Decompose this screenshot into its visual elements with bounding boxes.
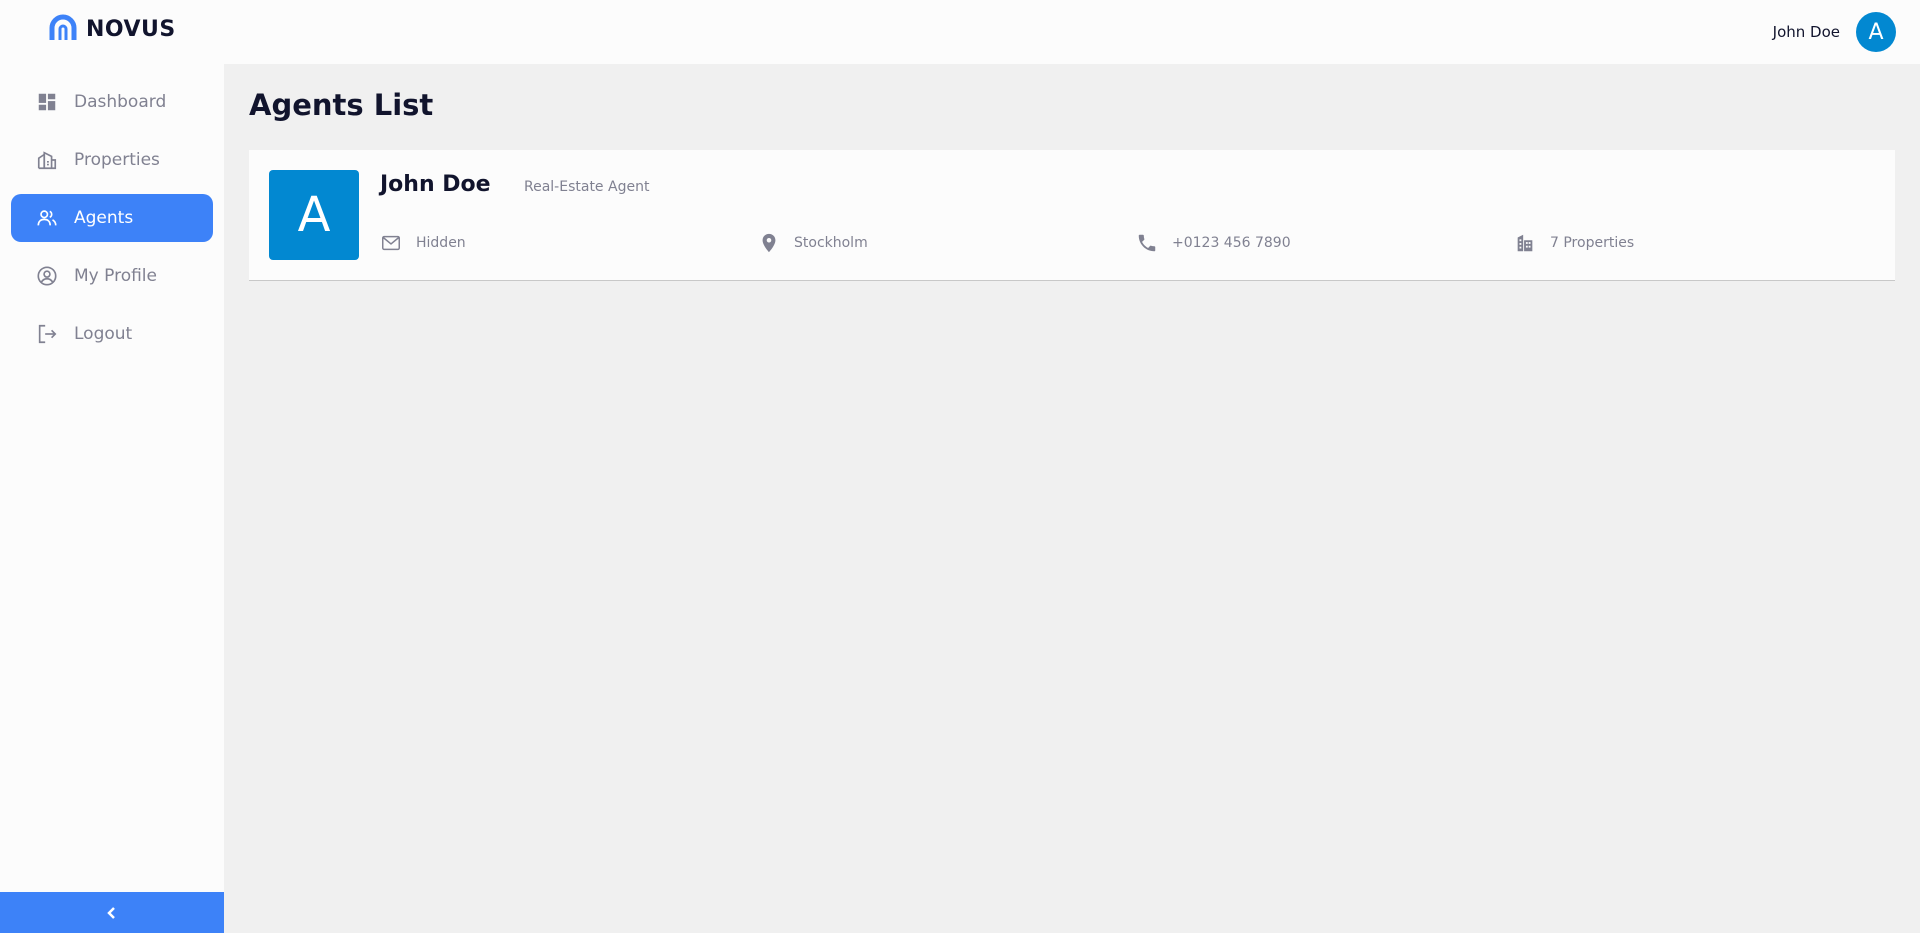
logout-icon [36,323,58,345]
agent-role: Real-Estate Agent [524,179,650,195]
header-user[interactable]: John Doe A [1773,12,1896,52]
sidebar-nav: Dashboard Properties Agents My Profile L… [0,64,224,358]
sidebar-item-label: Logout [74,324,133,344]
agent-avatar: A [269,170,359,260]
agent-email: Hidden [380,232,466,254]
agent-name: John Doe [380,172,491,197]
agent-card[interactable]: A John Doe Real-Estate Agent Hidden Stoc… [249,150,1895,281]
agent-properties: 7 Properties [1514,232,1634,254]
sidebar-item-properties[interactable]: Properties [11,136,213,184]
sidebar-item-agents[interactable]: Agents [11,194,213,242]
email-icon [382,235,400,251]
novus-logo-icon [49,14,77,40]
sidebar-item-label: My Profile [74,266,157,286]
brand-name: NOVUS [86,16,176,42]
phone-icon [1138,234,1156,252]
building-icon [1517,234,1533,252]
header-user-name: John Doe [1772,23,1840,41]
page-title: Agents List [249,88,434,122]
agent-location-value: Stockholm [794,235,868,251]
agent-phone: +0123 456 7890 [1136,232,1291,254]
profile-icon [36,265,58,287]
sidebar: Dashboard Properties Agents My Profile L… [0,64,224,933]
properties-icon [36,149,58,171]
top-header: NOVUS John Doe A [0,0,1920,64]
agent-location: Stockholm [758,232,868,254]
sidebar-item-dashboard[interactable]: Dashboard [11,78,213,126]
sidebar-item-label: Properties [74,150,160,170]
sidebar-item-my-profile[interactable]: My Profile [11,252,213,300]
agent-phone-value: +0123 456 7890 [1172,235,1291,251]
agent-email-value: Hidden [416,235,466,251]
location-pin-icon [762,233,776,253]
sidebar-collapse-button[interactable] [0,892,224,933]
header-avatar[interactable]: A [1856,12,1896,52]
chevron-left-icon [107,906,115,919]
dashboard-icon [36,91,58,113]
sidebar-item-logout[interactable]: Logout [11,310,213,358]
agents-icon [36,207,58,229]
main-content: Agents List A John Doe Real-Estate Agent… [224,64,1920,933]
sidebar-item-label: Dashboard [74,92,167,112]
agent-properties-value: 7 Properties [1550,235,1635,251]
sidebar-item-label: Agents [74,208,134,228]
brand-logo[interactable]: NOVUS [48,14,176,44]
